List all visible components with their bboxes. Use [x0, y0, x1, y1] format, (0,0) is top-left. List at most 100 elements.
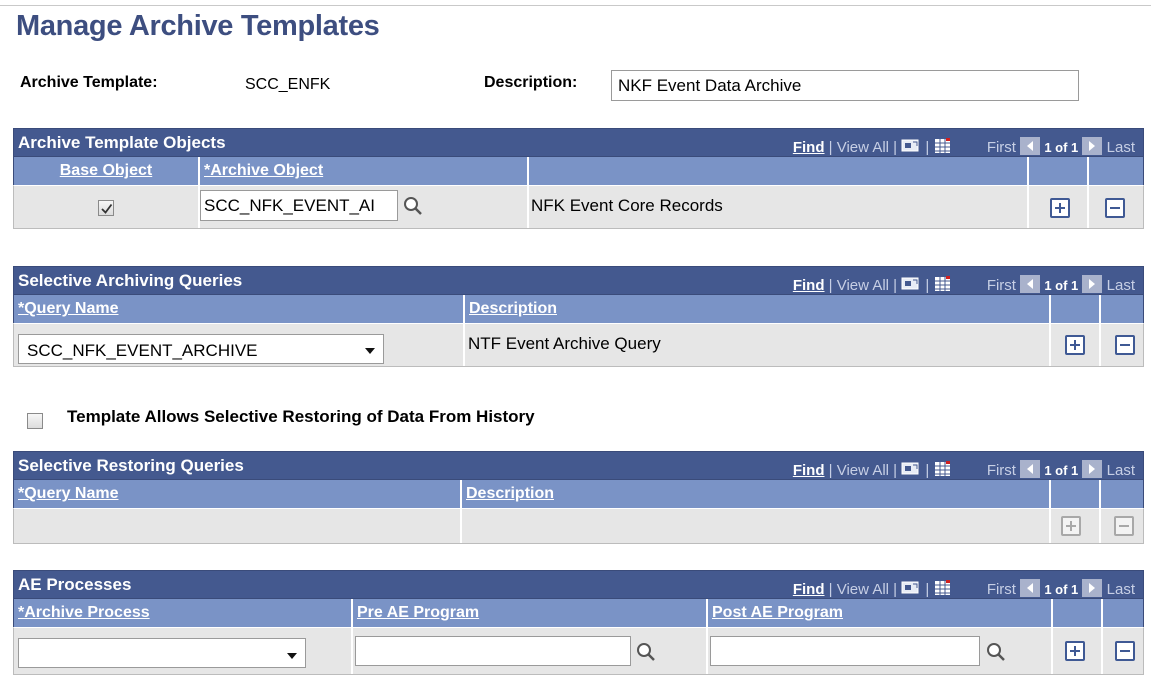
find-link[interactable]: Find	[793, 277, 825, 294]
view-all-link[interactable]: View All	[837, 277, 889, 294]
table-row: NFK Event Core Records	[13, 185, 1144, 229]
column-query-name: *Query Name	[14, 480, 462, 508]
nav-separator: |	[921, 139, 934, 156]
find-link[interactable]: Find	[793, 139, 825, 156]
delete-row-button[interactable]	[1115, 335, 1135, 355]
archive-object-column-link[interactable]: *Archive Object	[204, 162, 323, 180]
description-column-link[interactable]: Description	[469, 300, 557, 318]
previous-arrow-icon[interactable]	[1020, 137, 1041, 155]
column-header-row: *Archive Process Pre AE Program Post AE …	[13, 599, 1144, 627]
query-name-column-link[interactable]: *Query Name	[18, 485, 119, 503]
post-ae-program-column-link[interactable]: Post AE Program	[712, 604, 843, 622]
download-spreadsheet-icon[interactable]	[933, 580, 953, 596]
cell-description: NTF Event Archive Query	[465, 324, 1051, 366]
last-label: Last	[1106, 139, 1135, 156]
grid-title-bar: Archive Template Objects Find | View All…	[13, 128, 1144, 157]
next-arrow-icon[interactable]	[1082, 460, 1103, 478]
previous-arrow-icon[interactable]	[1020, 275, 1041, 293]
grid-title: AE Processes	[18, 575, 132, 594]
delete-row-button	[1114, 516, 1134, 536]
cell-add	[1053, 628, 1103, 674]
nav-separator: |	[889, 581, 902, 598]
base-object-column-link[interactable]: Base Object	[14, 162, 198, 180]
chevron-down-icon	[365, 348, 375, 354]
nav-separator: |	[824, 581, 837, 598]
next-arrow-icon[interactable]	[1082, 275, 1103, 293]
chevron-down-icon	[287, 653, 297, 659]
view-all-link[interactable]: View All	[837, 581, 889, 598]
view-all-link[interactable]: View All	[837, 139, 889, 156]
base-object-checkbox[interactable]	[98, 200, 114, 216]
nav-separator: |	[889, 277, 902, 294]
cell-add	[1029, 186, 1089, 228]
first-label: First	[986, 277, 1016, 294]
grid-title-bar: AE Processes Find | View All | | First 1…	[13, 570, 1144, 599]
previous-arrow-icon[interactable]	[1020, 579, 1041, 597]
lookup-icon[interactable]	[403, 196, 423, 216]
zoom-grid-icon[interactable]	[901, 276, 921, 292]
selective-restore-checkbox[interactable]	[27, 413, 43, 429]
cell-description: NFK Event Core Records	[529, 186, 1029, 228]
archive-process-column-link[interactable]: *Archive Process	[18, 604, 150, 622]
download-spreadsheet-icon[interactable]	[933, 461, 953, 477]
cell-archive-object	[200, 186, 529, 228]
find-link[interactable]: Find	[793, 462, 825, 479]
query-name-column-link[interactable]: *Query Name	[18, 300, 119, 318]
column-post-ae-program: Post AE Program	[708, 599, 1053, 627]
previous-arrow-icon[interactable]	[1020, 460, 1041, 478]
find-link[interactable]: Find	[793, 581, 825, 598]
delete-row-button[interactable]	[1105, 198, 1125, 218]
archive-template-label: Archive Template:	[20, 74, 158, 91]
download-spreadsheet-icon[interactable]	[933, 138, 953, 154]
page-title: Manage Archive Templates	[16, 10, 380, 42]
description-column-link[interactable]: Description	[466, 485, 554, 503]
column-archive-process: *Archive Process	[14, 599, 353, 627]
cell-add	[1051, 509, 1101, 543]
last-label: Last	[1106, 462, 1135, 479]
selective-archiving-queries-grid: Selective Archiving Queries Find | View …	[13, 266, 1144, 367]
query-name-selected-value: SCC_NFK_EVENT_ARCHIVE	[27, 341, 258, 360]
column-description: Description	[462, 480, 1051, 508]
lookup-icon[interactable]	[636, 642, 656, 662]
archive-object-field[interactable]	[200, 190, 398, 221]
next-arrow-icon[interactable]	[1082, 579, 1103, 597]
lookup-icon[interactable]	[986, 642, 1006, 662]
query-name-select[interactable]: SCC_NFK_EVENT_ARCHIVE	[18, 334, 384, 364]
add-row-button[interactable]	[1065, 335, 1085, 355]
column-add	[1051, 480, 1101, 508]
pre-ae-program-column-link[interactable]: Pre AE Program	[357, 604, 479, 622]
archive-process-select[interactable]	[18, 638, 306, 668]
add-row-button[interactable]	[1065, 641, 1085, 661]
archive-object-description: NFK Event Core Records	[531, 196, 723, 215]
next-arrow-icon[interactable]	[1082, 137, 1103, 155]
delete-row-button[interactable]	[1115, 641, 1135, 661]
pre-ae-program-field[interactable]	[355, 636, 631, 666]
zoom-grid-icon[interactable]	[901, 461, 921, 477]
column-archive-object: *Archive Object	[200, 157, 529, 185]
top-border-line	[0, 5, 1151, 6]
column-pre-ae-program: Pre AE Program	[353, 599, 708, 627]
table-row	[13, 508, 1144, 544]
description-label: Description:	[484, 74, 578, 91]
column-description	[529, 157, 1029, 185]
zoom-grid-icon[interactable]	[901, 580, 921, 596]
grid-navigation: Find | View All | | First 1 of 1 Last	[793, 579, 1135, 598]
nav-separator: |	[889, 462, 902, 479]
cell-base-object	[14, 186, 200, 228]
download-spreadsheet-icon[interactable]	[933, 276, 953, 292]
post-ae-program-field[interactable]	[710, 636, 980, 666]
archive-template-value: SCC_ENFK	[245, 76, 331, 93]
nav-separator: |	[889, 139, 902, 156]
zoom-grid-icon[interactable]	[901, 138, 921, 154]
nav-separator: |	[824, 139, 837, 156]
first-label: First	[986, 139, 1016, 156]
cell-query-name	[14, 509, 462, 543]
add-row-button[interactable]	[1050, 198, 1070, 218]
row-count: 1 of 1	[1044, 140, 1079, 155]
query-description: NTF Event Archive Query	[468, 334, 661, 353]
description-field[interactable]	[611, 70, 1079, 101]
grid-title: Archive Template Objects	[18, 133, 226, 152]
cell-description	[462, 509, 1051, 543]
view-all-link[interactable]: View All	[837, 462, 889, 479]
cell-post-ae-program	[708, 628, 1053, 674]
